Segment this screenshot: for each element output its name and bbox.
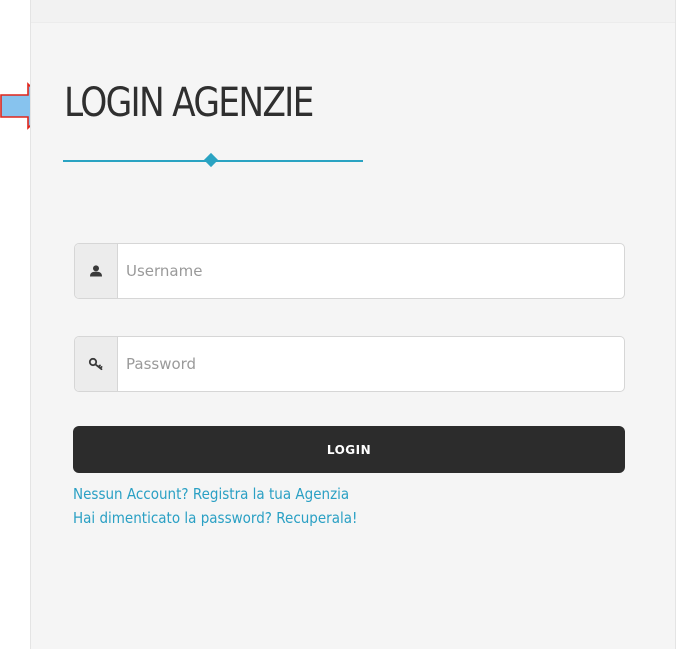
password-addon bbox=[75, 337, 118, 391]
username-addon bbox=[75, 244, 118, 298]
password-input-group bbox=[74, 336, 625, 392]
page-title: LOGIN AGENZIE bbox=[64, 80, 314, 126]
recover-password-link[interactable]: Hai dimenticato la password? Recuperala! bbox=[73, 506, 357, 530]
username-input-group bbox=[74, 243, 625, 299]
divider-diamond bbox=[203, 152, 219, 168]
register-agency-link[interactable]: Nessun Account? Registra la tua Agenzia bbox=[73, 482, 357, 506]
login-button[interactable]: LOGIN bbox=[73, 426, 625, 473]
username-input[interactable] bbox=[118, 244, 624, 298]
account-links: Nessun Account? Registra la tua Agenzia … bbox=[73, 482, 389, 530]
panel-top-strip bbox=[31, 0, 675, 23]
title-divider bbox=[63, 152, 363, 168]
key-icon bbox=[88, 357, 103, 371]
screen: LOGIN AGENZIE LOGIN Nessun Account? Regi… bbox=[0, 0, 684, 649]
password-input[interactable] bbox=[118, 337, 624, 391]
user-icon bbox=[90, 265, 102, 277]
